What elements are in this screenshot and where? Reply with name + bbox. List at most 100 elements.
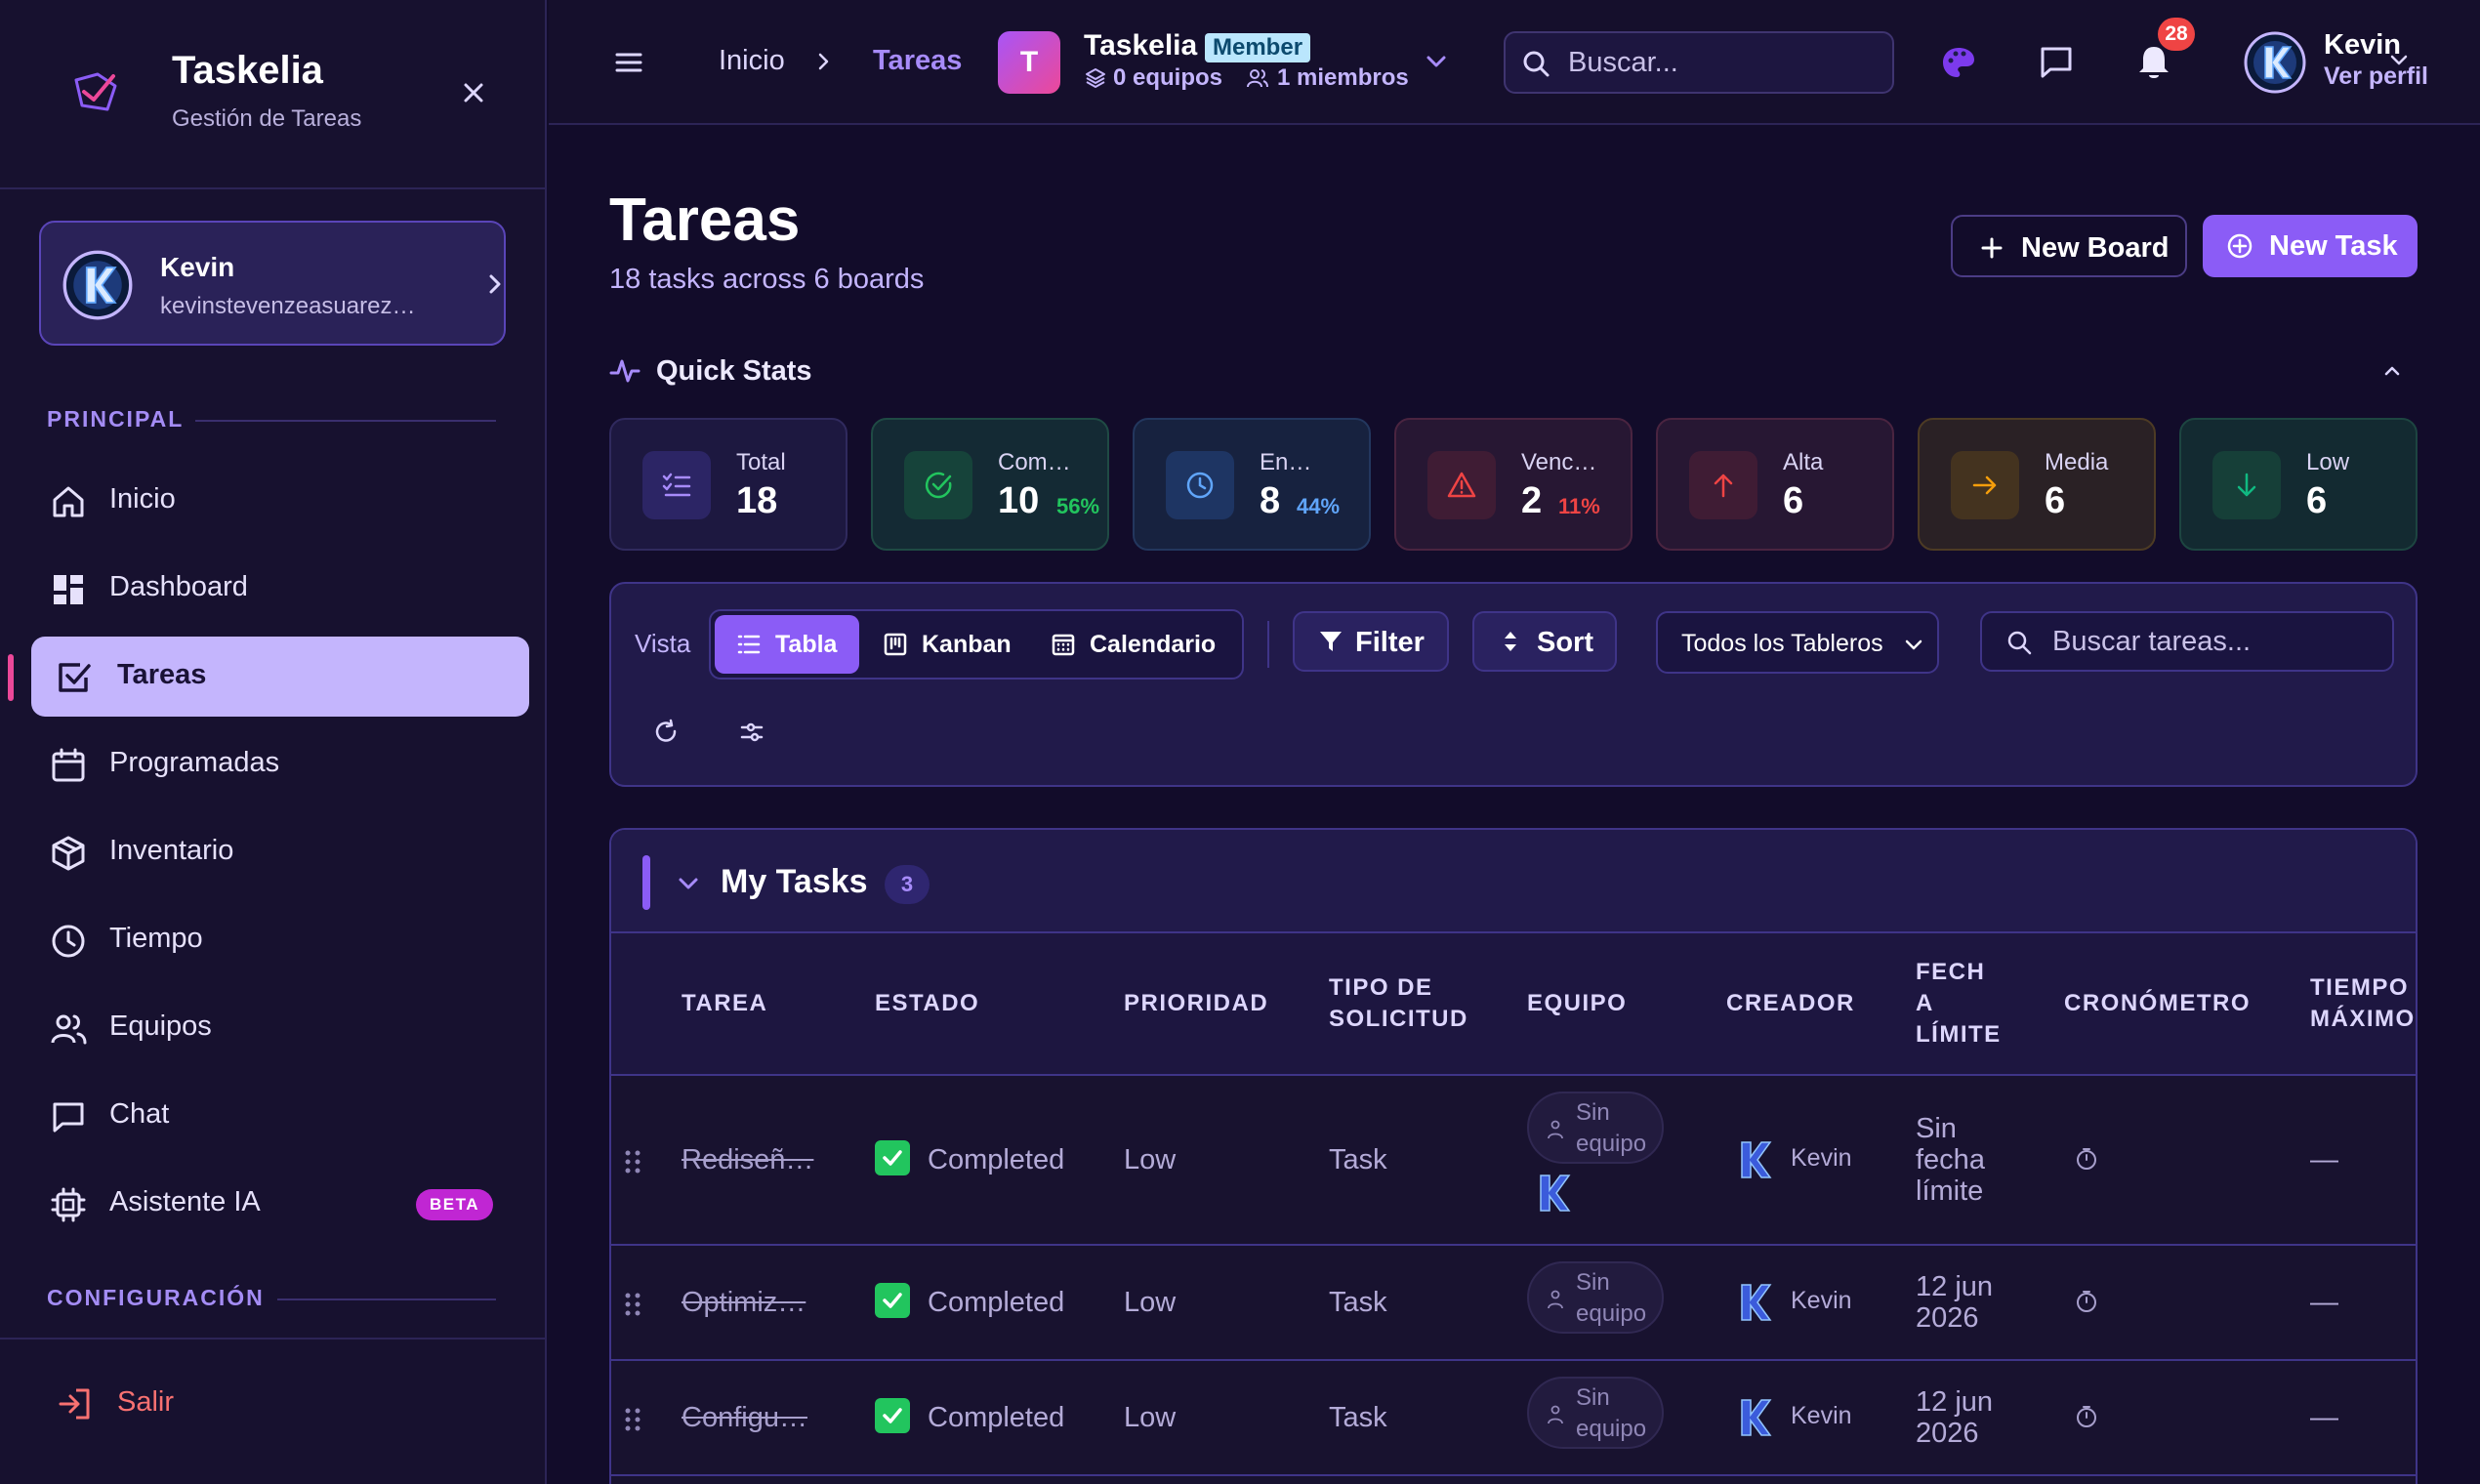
view-mode-calendar[interactable]: Calendario [1037,615,1238,674]
task-search[interactable] [1980,611,2394,672]
task-priority[interactable]: Low [1124,1287,1176,1319]
sidebar-item-tiempo[interactable]: Tiempo [31,900,529,980]
task-priority[interactable]: Low [1124,1402,1176,1434]
task-max-time: — [2310,1144,2338,1175]
sidebar-item-asistente-ia[interactable]: Asistente IA BETA [31,1164,529,1244]
chevron-up-icon[interactable] [2380,359,2404,383]
dashboard-icon [54,575,83,604]
users-icon [51,1014,87,1045]
task-status[interactable]: Completed [928,1144,1064,1176]
task-priority[interactable]: Low [1124,1144,1176,1176]
task-type[interactable]: Task [1329,1287,1387,1319]
breadcrumb-home[interactable]: Inicio [719,45,785,77]
workspace-avatar[interactable]: T [998,31,1060,94]
drag-handle-icon[interactable] [623,1406,642,1433]
view-mode-kanban[interactable]: Kanban [871,615,1031,674]
table-row[interactable]: Optimiz… Completed Low Task Sin equipo K… [611,1246,2416,1361]
task-due-date[interactable]: 12 jun 2026 [1916,1386,2023,1449]
stat-label: Venc… [1521,449,1597,475]
sort-label: Sort [1537,627,1593,658]
sidebar-item-inicio[interactable]: Inicio [31,461,529,541]
sidebar-item-inventario[interactable]: Inventario [31,812,529,892]
breadcrumb-current: Tareas [873,45,963,76]
task-title[interactable]: Configu… [682,1402,807,1434]
global-search[interactable] [1504,31,1894,94]
chevron-right-icon [489,274,501,294]
chat-icon [53,1102,84,1133]
sidebar-item-dashboard[interactable]: Dashboard [31,549,529,629]
chevron-right-icon [818,53,829,70]
board-select[interactable]: Todos los Tableros [1656,611,1939,674]
drag-handle-icon[interactable] [623,1148,642,1175]
task-status[interactable]: Completed [928,1402,1064,1434]
view-mode-table[interactable]: Tabla [715,615,859,674]
column-header-creador[interactable]: CREADOR [1726,988,1855,1019]
avatar[interactable] [2244,31,2306,94]
sidebar-item-equipos[interactable]: Equipos [31,988,529,1068]
task-due-date[interactable]: 12 jun 2026 [1916,1271,2023,1334]
sidebar-item-label: Inicio [109,483,176,515]
table-header: TAREA ESTADO PRIORIDAD TIPO DE SOLICITUD… [611,933,2416,1076]
task-group-header[interactable]: My Tasks 3 [611,830,2416,933]
column-header-prioridad[interactable]: PRIORIDAD [1124,988,1268,1019]
palette-icon[interactable] [1939,43,1978,82]
task-type[interactable]: Task [1329,1402,1387,1434]
column-header-equipo[interactable]: EQUIPO [1527,988,1627,1019]
task-due-date[interactable]: Sin fecha límite [1916,1113,2033,1207]
calendar-icon [52,748,85,782]
sort-button[interactable]: Sort [1472,611,1617,672]
search-input[interactable] [1566,41,1879,84]
stat-card-total: Total 18 [609,418,847,551]
timer-icon[interactable] [2074,1289,2099,1314]
close-sidebar-icon[interactable] [459,78,488,107]
task-type[interactable]: Task [1329,1144,1387,1176]
column-header-tipo[interactable]: TIPO DE SOLICITUD [1329,972,1468,1035]
user-email: kevinstevenzeasuarez… [160,293,416,319]
column-header-tiempo-maximo[interactable]: TIEMPO MÁXIMO [2310,972,2416,1035]
new-task-button[interactable]: New Task [2203,215,2418,277]
check-circle-icon [925,472,952,499]
task-search-input[interactable] [2050,621,2382,662]
chevron-down-icon[interactable] [2388,49,2410,70]
menu-icon[interactable] [613,47,644,78]
topbar: Inicio Tareas T Taskelia Member 0 equipo… [549,0,2480,125]
view-profile-link[interactable]: Ver perfil [2324,62,2428,91]
column-header-tarea[interactable]: TAREA [682,988,767,1019]
sidebar-item-chat[interactable]: Chat [31,1076,529,1156]
assignee-avatar [1533,1172,1572,1215]
list-icon [737,635,761,654]
stat-percent: 56% [1056,494,1100,518]
board-select-value: Todos los Tableros [1681,630,1883,657]
timer-icon[interactable] [2074,1404,2099,1429]
task-title[interactable]: Optimiz… [682,1287,806,1319]
chevron-down-icon[interactable] [676,871,701,896]
refresh-icon[interactable] [652,719,680,746]
team-pill[interactable]: Sin equipo [1527,1261,1664,1334]
table-row[interactable]: Rediseñ… Completed Low Task Sin equipo K… [611,1076,2416,1246]
stat-value: 18 [736,480,778,521]
sidebar-item-label: Chat [109,1098,170,1130]
settings-sliders-icon[interactable] [738,719,765,746]
filter-button[interactable]: Filter [1293,611,1449,672]
workspace-name[interactable]: Taskelia [1084,29,1197,62]
team-pill[interactable]: Sin equipo [1527,1092,1664,1164]
sidebar-user-card[interactable]: Kevin kevinstevenzeasuarez… [39,221,506,346]
sidebar-header: Taskelia Gestión de Tareas [0,0,545,189]
new-board-button[interactable]: New Board [1951,215,2187,277]
beta-badge: BETA [416,1189,494,1220]
drag-handle-icon[interactable] [623,1291,642,1318]
task-title[interactable]: Rediseñ… [682,1144,813,1176]
logout-button[interactable]: Salir [39,1367,506,1443]
column-header-fecha-limite[interactable]: FECH A LÍMITE [1916,957,2002,1051]
messages-icon[interactable] [2037,43,2076,82]
table-row[interactable]: Configu… Completed Low Task Sin equipo K… [611,1361,2416,1476]
timer-icon[interactable] [2074,1146,2099,1172]
sidebar-item-tareas[interactable]: Tareas [31,637,529,717]
column-header-cronometro[interactable]: CRONÓMETRO [2064,988,2251,1019]
clock-icon [1186,472,1214,499]
task-status[interactable]: Completed [928,1287,1064,1319]
sidebar-item-programadas[interactable]: Programadas [31,724,529,804]
team-pill[interactable]: Sin equipo [1527,1377,1664,1449]
column-header-estado[interactable]: ESTADO [875,988,979,1019]
chevron-down-icon[interactable] [1424,49,1449,74]
